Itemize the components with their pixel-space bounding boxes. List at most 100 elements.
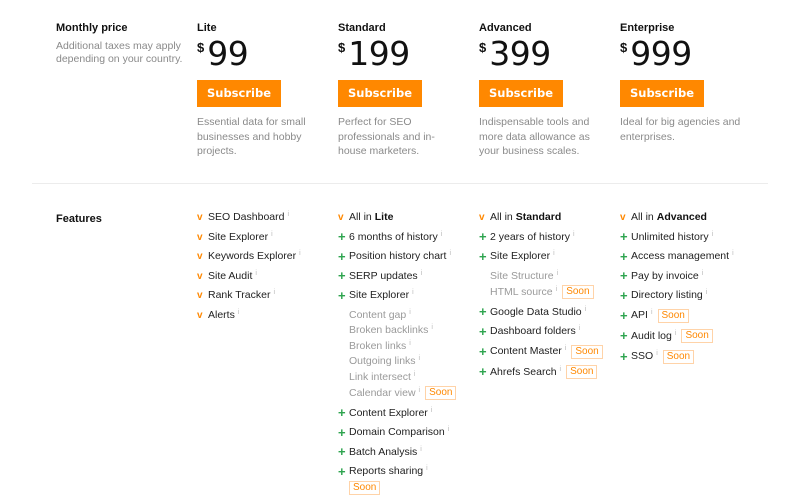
feature-item: v Rank Tracker i: [197, 289, 347, 302]
info-icon[interactable]: i: [419, 352, 421, 365]
feature-label: Broken backlinks: [349, 324, 429, 336]
info-icon[interactable]: i: [656, 347, 658, 360]
feature-label: Position history chart: [349, 250, 447, 262]
info-icon[interactable]: i: [238, 306, 240, 319]
plus-icon: +: [479, 343, 487, 359]
plus-icon: +: [479, 304, 487, 319]
currency-symbol: $: [620, 40, 628, 55]
info-icon[interactable]: i: [557, 267, 559, 280]
plan-price: $ 999: [620, 36, 760, 74]
info-icon[interactable]: i: [414, 368, 416, 381]
feature-label: Domain Comparison: [349, 426, 445, 438]
info-icon[interactable]: i: [419, 384, 421, 397]
plus-icon: +: [338, 444, 346, 459]
plan-name: Standard: [338, 22, 386, 34]
plan-description: Ideal for big agencies and enterprises.: [620, 116, 741, 143]
all-in-prefix: All in: [631, 211, 654, 223]
info-icon[interactable]: i: [420, 443, 422, 456]
info-icon[interactable]: i: [431, 321, 433, 334]
feature-subitem: Content gap i: [349, 309, 488, 322]
info-icon[interactable]: i: [702, 267, 704, 280]
plus-icon: +: [479, 323, 487, 339]
info-icon[interactable]: i: [553, 247, 555, 260]
feature-subitem: Calendar view i Soon: [349, 386, 488, 400]
info-icon[interactable]: i: [579, 322, 581, 335]
info-icon[interactable]: i: [255, 267, 257, 280]
feature-item: v Site Audit i: [197, 270, 347, 283]
plan-name: Lite: [197, 22, 217, 34]
feature-label: Content Explorer: [349, 406, 428, 419]
feature-item: + Ahrefs Search i Soon: [479, 365, 629, 379]
feature-label: SERP updates: [349, 269, 418, 282]
all-in-plan: Lite: [374, 211, 394, 223]
plan-name: Advanced: [479, 22, 532, 34]
info-icon[interactable]: i: [409, 337, 411, 350]
info-icon[interactable]: i: [441, 228, 443, 241]
check-icon: v: [338, 212, 344, 223]
info-icon[interactable]: i: [271, 228, 273, 241]
feature-item: + Site Explorer i: [338, 289, 488, 302]
info-icon[interactable]: i: [585, 303, 587, 316]
section-divider: [32, 183, 768, 184]
plus-icon: +: [338, 229, 346, 244]
feature-label: Alerts: [208, 308, 235, 321]
feature-item-all-in: v All in Standard: [479, 211, 629, 224]
info-icon[interactable]: i: [712, 228, 714, 241]
feature-label: Site Explorer: [349, 289, 410, 301]
plus-icon: +: [338, 248, 346, 264]
info-icon[interactable]: i: [565, 342, 567, 355]
info-icon[interactable]: i: [732, 247, 734, 260]
subscribe-button-advanced[interactable]: Subscribe: [479, 80, 563, 107]
feature-subitem: Site Structure i: [490, 270, 629, 283]
plus-icon: +: [620, 348, 628, 364]
feature-item: + Pay by invoice i: [620, 267, 770, 283]
check-icon: v: [197, 212, 203, 223]
feature-subitem: Outgoing links i: [349, 355, 488, 368]
subscribe-button-enterprise[interactable]: Subscribe: [620, 80, 704, 107]
monthly-price-label-block: Monthly price Additional taxes may apply…: [56, 22, 186, 66]
info-icon[interactable]: i: [431, 404, 433, 417]
info-icon[interactable]: i: [560, 363, 562, 376]
check-icon: v: [197, 290, 203, 301]
info-icon[interactable]: i: [448, 423, 450, 436]
info-icon[interactable]: i: [651, 306, 653, 319]
info-icon[interactable]: i: [412, 286, 414, 299]
info-icon[interactable]: i: [426, 462, 428, 475]
plus-icon: +: [338, 405, 346, 420]
info-icon[interactable]: i: [409, 306, 411, 319]
info-icon[interactable]: i: [556, 283, 558, 296]
info-icon[interactable]: i: [287, 208, 289, 221]
info-icon[interactable]: i: [675, 327, 677, 340]
info-icon[interactable]: i: [573, 228, 575, 241]
feature-label: Site Structure: [490, 269, 554, 282]
feature-item: + Directory listing i: [620, 289, 770, 302]
plan-lite: Lite $ 99 Subscribe Essential data for s…: [197, 22, 337, 159]
info-icon[interactable]: i: [273, 286, 275, 299]
tax-note: Additional taxes may apply depending on …: [56, 40, 183, 65]
plan-price: $ 399: [479, 36, 619, 74]
feature-label: Broken links: [349, 339, 407, 352]
currency-symbol: $: [479, 40, 487, 55]
subscribe-button-lite[interactable]: Subscribe: [197, 80, 281, 107]
plan-advanced: Advanced $ 399 Subscribe Indispensable t…: [479, 22, 619, 159]
feature-label: Keywords Explorer: [208, 250, 297, 262]
subscribe-button-standard[interactable]: Subscribe: [338, 80, 422, 107]
feature-item: + Content Explorer i: [338, 404, 488, 420]
feature-label: HTML source: [490, 285, 553, 298]
info-icon[interactable]: i: [449, 247, 451, 260]
feature-item: v Alerts i: [197, 309, 347, 322]
feature-label: Content Master: [490, 345, 562, 357]
feature-item: +2 years of history i: [479, 228, 629, 244]
info-icon[interactable]: i: [706, 286, 708, 299]
feature-label: Site Explorer: [208, 230, 269, 243]
feature-label: Rank Tracker: [208, 289, 271, 301]
feature-label: Site Audit: [208, 269, 253, 282]
info-icon[interactable]: i: [421, 267, 423, 280]
feature-list-lite: v SEO Dashboard i v Site Explorer i v Keywords …: [197, 211, 347, 328]
plus-icon: +: [338, 268, 346, 283]
soon-badge: Soon: [571, 344, 603, 359]
feature-label: API: [631, 309, 648, 321]
check-icon: v: [197, 309, 203, 321]
feature-item: v Keywords Explorer i: [197, 250, 347, 263]
info-icon[interactable]: i: [299, 247, 301, 260]
